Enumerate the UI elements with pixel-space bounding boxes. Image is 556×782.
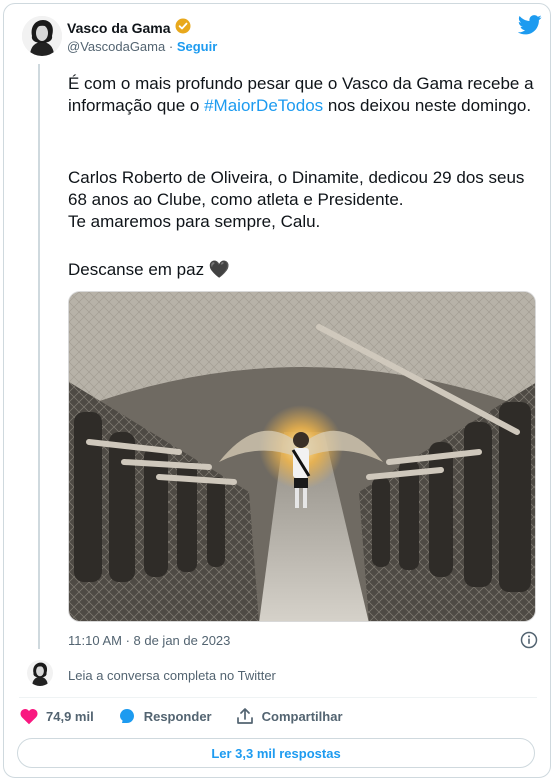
heart-icon <box>20 709 38 725</box>
tweet-text-paragraph-2: Carlos Roberto de Oliveira, o Dinamite, … <box>68 168 525 231</box>
reply-button[interactable]: Responder <box>118 708 212 725</box>
rest-in-peace-text: Descanse em paz <box>68 260 205 279</box>
avatar[interactable] <box>22 16 62 56</box>
tweet-timestamp[interactable]: 11:10 AM · 8 de jan de 2023 <box>68 633 230 648</box>
read-replies-button[interactable]: Ler 3,3 mil respostas <box>17 738 535 768</box>
read-conversation-link[interactable]: Leia a conversa completa no Twitter <box>68 668 276 683</box>
info-icon[interactable] <box>520 631 538 654</box>
separator: · <box>168 39 174 54</box>
actions-bar: 74,9 mil Responder Compartilhar <box>20 708 367 725</box>
author-name[interactable]: Vasco da Gama <box>67 20 171 36</box>
reply-label: Responder <box>143 709 212 724</box>
twitter-bird-icon[interactable] <box>517 15 542 40</box>
author-handle-row: @VascodaGama · Seguir <box>67 39 217 54</box>
share-icon <box>236 708 253 724</box>
hashtag-link[interactable]: #MaiorDeTodos <box>204 96 323 115</box>
tweet-photo[interactable] <box>68 291 536 622</box>
like-count: 74,9 mil <box>46 709 94 724</box>
tweet-text-paragraph-1: É com o mais profundo pesar que o Vasco … <box>68 73 538 117</box>
black-heart-emoji: 🖤 <box>208 260 230 279</box>
share-label: Compartilhar <box>261 709 343 724</box>
like-button[interactable]: 74,9 mil <box>20 708 94 725</box>
divider <box>19 697 537 698</box>
conversation-avatar[interactable] <box>27 660 53 686</box>
reply-bubble-icon <box>119 709 134 723</box>
thread-line <box>38 64 40 649</box>
tweet-text-suffix: nos deixou neste domingo. <box>323 96 532 115</box>
tweet-text-paragraph-3: Descanse em paz 🖤 <box>68 259 538 281</box>
author-name-row[interactable]: Vasco da Gama <box>67 18 191 37</box>
author-handle[interactable]: @VascodaGama <box>67 39 165 54</box>
share-button[interactable]: Compartilhar <box>236 708 343 725</box>
follow-button[interactable]: Seguir <box>177 39 217 54</box>
verified-badge-icon <box>175 18 191 37</box>
